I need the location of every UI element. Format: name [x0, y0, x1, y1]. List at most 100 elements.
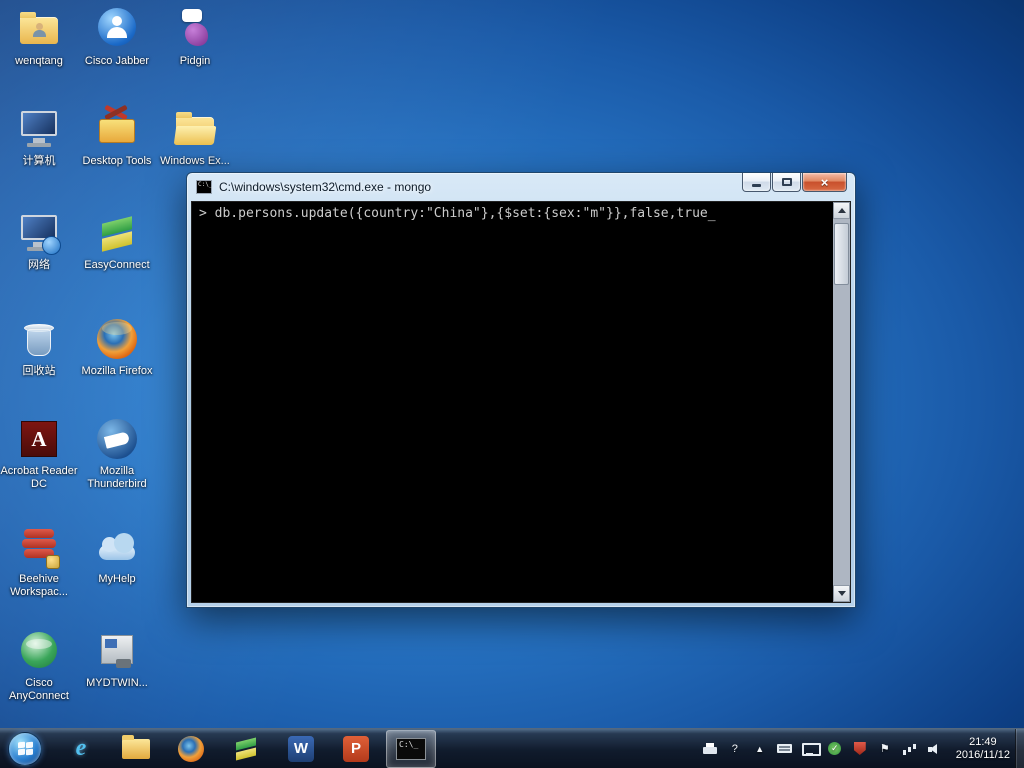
desktop-icon-label: Pidgin [179, 55, 211, 67]
recycle-bin-icon [16, 316, 62, 362]
clock-time: 21:49 [969, 735, 997, 748]
close-button[interactable]: × [802, 173, 847, 192]
window-controls: × [741, 173, 847, 192]
window-titlebar[interactable]: C:\windows\system32\cmd.exe - mongo × [187, 173, 855, 201]
taskbar-button-firefox[interactable] [166, 730, 216, 768]
word-icon [288, 735, 314, 762]
start-button[interactable] [8, 731, 42, 766]
printer-icon [702, 742, 717, 755]
keyboard-icon [777, 744, 793, 753]
desktop-icon-label: Cisco AnyConnect [9, 677, 69, 702]
beehive-icon [16, 524, 62, 570]
desktop-icon-windows-explorer[interactable]: Windows Ex... [156, 106, 234, 168]
system-tray: ? ▲ ✓ ⚑ 21:49 2016/11/12 [702, 729, 1010, 768]
windows-logo-icon [18, 741, 34, 757]
desktop-icon-acrobat[interactable]: Acrobat Reader DC [0, 416, 78, 491]
taskbar-button-explorer[interactable] [111, 730, 161, 768]
maximize-button[interactable] [772, 173, 801, 192]
desktop-icon-mydtwin[interactable]: MYDTWIN... [78, 628, 156, 690]
desktop-icon-firefox[interactable]: Mozilla Firefox [78, 316, 156, 378]
user-folder-icon [16, 6, 62, 52]
acrobat-icon [16, 416, 62, 462]
display-tray-icon[interactable] [802, 741, 822, 757]
desktop-icon-label: Mozilla Thunderbird [87, 465, 147, 490]
clock-date: 2016/11/12 [955, 748, 1010, 761]
taskbar-button-cmd[interactable] [386, 729, 436, 768]
desktop-icon-jabber[interactable]: Cisco Jabber [78, 6, 156, 68]
desktop-icon-myhelp[interactable]: MyHelp [78, 524, 156, 586]
cmd-window: C:\windows\system32\cmd.exe - mongo × > … [186, 172, 856, 608]
powerpoint-icon [343, 735, 369, 762]
speaker-icon [927, 743, 942, 755]
desktop-icon-label: Cisco Jabber [84, 55, 150, 67]
desktop-icon-beehive[interactable]: Beehive Workspac... [0, 524, 78, 599]
desktop-icon-label: MyHelp [98, 573, 136, 585]
console-prompt-line: > db.persons.update({country:"China"},{$… [199, 206, 716, 222]
cloud-icon [94, 524, 140, 570]
scroll-up-icon [837, 208, 846, 213]
minimize-icon [752, 183, 761, 187]
internet-explorer-icon [76, 735, 87, 762]
desktop-icon-desktop-tools[interactable]: Desktop Tools [78, 104, 156, 168]
taskbar-clock[interactable]: 21:49 2016/11/12 [956, 736, 1010, 762]
help-tray-icon[interactable]: ? [727, 741, 743, 757]
desktop-icon-thunderbird[interactable]: Mozilla Thunderbird [78, 416, 156, 491]
cmd-window-icon [396, 737, 426, 760]
input-tray-icon[interactable] [777, 741, 793, 757]
volume-tray-icon[interactable] [927, 741, 943, 757]
action-center-tray-icon[interactable]: ⚑ [877, 741, 893, 757]
taskbar-button-easyconnect[interactable] [221, 730, 271, 768]
computer-icon [16, 106, 62, 152]
pidgin-icon [172, 6, 218, 52]
installer-icon [94, 628, 140, 674]
easyconnect-icon [94, 210, 140, 256]
taskbar-button-word[interactable] [276, 730, 326, 768]
desktop-icon-label: Acrobat Reader DC [0, 465, 78, 490]
console-scrollbar[interactable] [833, 202, 850, 602]
cmd-icon [196, 180, 212, 194]
taskbar-button-powerpoint[interactable] [331, 730, 381, 768]
maximize-icon [781, 178, 792, 186]
scrollbar-thumb[interactable] [834, 223, 849, 285]
taskbar-button-internet-explorer[interactable] [56, 730, 106, 768]
printer-tray-icon[interactable] [702, 741, 718, 757]
desktop-icon-label: EasyConnect [84, 259, 150, 271]
show-desktop-button[interactable] [1015, 729, 1024, 768]
green-check-icon: ✓ [828, 742, 842, 755]
desktop-icon-recycle-bin[interactable]: 回收站 [0, 316, 78, 378]
desktop-icon-anyconnect[interactable]: Cisco AnyConnect [0, 628, 78, 703]
security-tray-icon[interactable] [852, 741, 868, 757]
taskbar: ? ▲ ✓ ⚑ 21:49 2016/11/12 [0, 728, 1024, 768]
toolbox-icon [94, 104, 140, 152]
antivirus-tray-icon[interactable]: ✓ [827, 741, 843, 757]
desktop-icon-label: Desktop Tools [82, 155, 152, 167]
desktop-icon-label: Beehive Workspac... [10, 573, 68, 598]
desktop-icon-computer[interactable]: 计算机 [0, 106, 78, 168]
desktop-icon-label: 网络 [28, 259, 50, 271]
desktop-icon-label: Mozilla Firefox [81, 365, 153, 377]
minimize-button[interactable] [742, 173, 771, 192]
desktop-icon-wenqtang[interactable]: wenqtang [0, 6, 78, 68]
desktop-icon-label: MYDTWIN... [86, 677, 148, 689]
explorer-icon [122, 734, 150, 759]
desktop-icon-label: 回收站 [22, 365, 56, 377]
red-shield-icon [853, 742, 866, 755]
scroll-down-button[interactable] [833, 585, 850, 602]
console-cursor: _ [707, 207, 716, 222]
desktop-icon-pidgin[interactable]: Pidgin [156, 6, 234, 68]
console-command: > db.persons.update({country:"China"},{$… [199, 206, 708, 221]
network-icon [16, 210, 62, 256]
scroll-up-button[interactable] [833, 202, 850, 219]
desktop-icon-easyconnect[interactable]: EasyConnect [78, 210, 156, 272]
show-hidden-icons-button[interactable]: ▲ [752, 741, 768, 757]
desktop-icon-label: wenqtang [15, 55, 63, 67]
easyconnect-icon [234, 737, 258, 761]
signal-bars-icon [902, 743, 917, 755]
desktop-icon-network[interactable]: 网络 [0, 210, 78, 272]
desktop: wenqtang 计算机 网络 回收站 Acrobat Reader DC Be… [0, 0, 1024, 768]
jabber-icon [94, 6, 140, 52]
network-tray-icon[interactable] [902, 741, 918, 757]
console-output[interactable]: > db.persons.update({country:"China"},{$… [191, 201, 851, 603]
window-title: C:\windows\system32\cmd.exe - mongo [219, 180, 432, 194]
display-icon [802, 742, 822, 756]
